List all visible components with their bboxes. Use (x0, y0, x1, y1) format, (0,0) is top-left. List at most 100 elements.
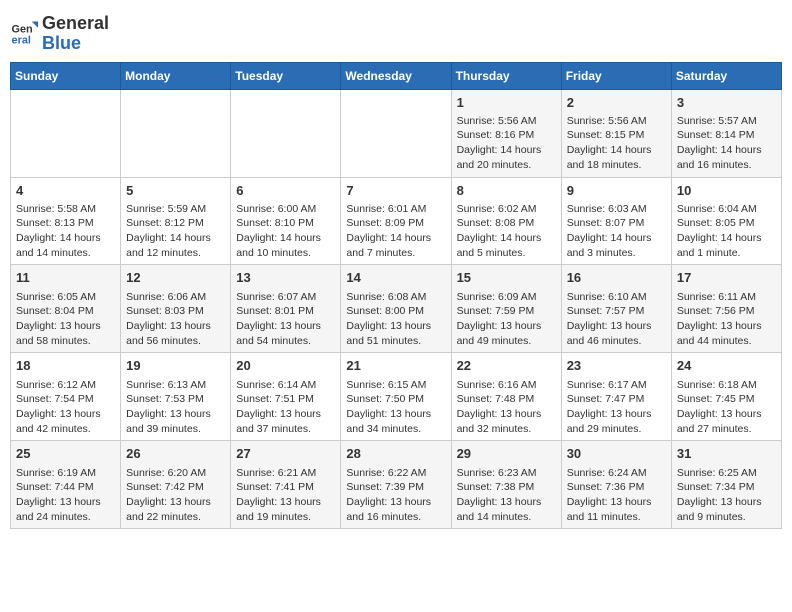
day-number: 23 (567, 357, 666, 375)
calendar-cell: 20Sunrise: 6:14 AMSunset: 7:51 PMDayligh… (231, 353, 341, 441)
calendar-week-row: 25Sunrise: 6:19 AMSunset: 7:44 PMDayligh… (11, 441, 782, 529)
calendar-cell: 10Sunrise: 6:04 AMSunset: 8:05 PMDayligh… (671, 177, 781, 265)
day-info: Sunset: 8:14 PM (677, 128, 776, 143)
day-info: Daylight: 13 hours and 27 minutes. (677, 407, 776, 436)
calendar-cell: 11Sunrise: 6:05 AMSunset: 8:04 PMDayligh… (11, 265, 121, 353)
day-info: Daylight: 14 hours and 3 minutes. (567, 231, 666, 260)
day-info: Sunset: 7:54 PM (16, 392, 115, 407)
day-header-tuesday: Tuesday (231, 62, 341, 89)
calendar-cell: 22Sunrise: 6:16 AMSunset: 7:48 PMDayligh… (451, 353, 561, 441)
day-info: Sunset: 7:50 PM (346, 392, 445, 407)
day-info: Sunset: 7:41 PM (236, 480, 335, 495)
day-info: Sunset: 7:47 PM (567, 392, 666, 407)
day-info: Daylight: 14 hours and 7 minutes. (346, 231, 445, 260)
day-info: Sunset: 7:56 PM (677, 304, 776, 319)
day-info: Daylight: 14 hours and 16 minutes. (677, 143, 776, 172)
day-info: Daylight: 13 hours and 22 minutes. (126, 495, 225, 524)
calendar-cell: 8Sunrise: 6:02 AMSunset: 8:08 PMDaylight… (451, 177, 561, 265)
day-number: 5 (126, 182, 225, 200)
day-info: Sunrise: 6:09 AM (457, 290, 556, 305)
day-info: Sunrise: 6:10 AM (567, 290, 666, 305)
day-number: 12 (126, 269, 225, 287)
day-info: Sunset: 7:38 PM (457, 480, 556, 495)
calendar-header-row: SundayMondayTuesdayWednesdayThursdayFrid… (11, 62, 782, 89)
day-info: Daylight: 13 hours and 34 minutes. (346, 407, 445, 436)
day-info: Sunrise: 6:17 AM (567, 378, 666, 393)
day-number: 11 (16, 269, 115, 287)
day-header-saturday: Saturday (671, 62, 781, 89)
calendar-cell: 12Sunrise: 6:06 AMSunset: 8:03 PMDayligh… (121, 265, 231, 353)
day-number: 9 (567, 182, 666, 200)
day-info: Daylight: 14 hours and 12 minutes. (126, 231, 225, 260)
day-header-wednesday: Wednesday (341, 62, 451, 89)
day-number: 29 (457, 445, 556, 463)
day-info: Sunset: 8:10 PM (236, 216, 335, 231)
calendar-cell: 15Sunrise: 6:09 AMSunset: 7:59 PMDayligh… (451, 265, 561, 353)
day-info: Daylight: 14 hours and 10 minutes. (236, 231, 335, 260)
svg-text:eral: eral (12, 34, 31, 46)
day-info: Sunset: 8:07 PM (567, 216, 666, 231)
day-info: Sunrise: 6:04 AM (677, 202, 776, 217)
day-number: 20 (236, 357, 335, 375)
calendar-cell: 30Sunrise: 6:24 AMSunset: 7:36 PMDayligh… (561, 441, 671, 529)
day-info: Daylight: 13 hours and 46 minutes. (567, 319, 666, 348)
day-header-monday: Monday (121, 62, 231, 89)
day-info: Sunrise: 6:15 AM (346, 378, 445, 393)
day-number: 17 (677, 269, 776, 287)
header: Gen eral General Blue (10, 10, 782, 54)
calendar-cell (11, 89, 121, 177)
day-info: Sunset: 7:42 PM (126, 480, 225, 495)
day-info: Sunrise: 6:19 AM (16, 466, 115, 481)
day-info: Sunset: 7:53 PM (126, 392, 225, 407)
calendar-cell: 6Sunrise: 6:00 AMSunset: 8:10 PMDaylight… (231, 177, 341, 265)
day-number: 18 (16, 357, 115, 375)
day-info: Daylight: 14 hours and 14 minutes. (16, 231, 115, 260)
day-info: Daylight: 13 hours and 29 minutes. (567, 407, 666, 436)
day-header-friday: Friday (561, 62, 671, 89)
calendar-cell: 31Sunrise: 6:25 AMSunset: 7:34 PMDayligh… (671, 441, 781, 529)
day-info: Daylight: 13 hours and 39 minutes. (126, 407, 225, 436)
day-info: Daylight: 13 hours and 24 minutes. (16, 495, 115, 524)
calendar-cell (341, 89, 451, 177)
day-info: Daylight: 13 hours and 49 minutes. (457, 319, 556, 348)
day-info: Sunrise: 6:22 AM (346, 466, 445, 481)
day-info: Sunrise: 6:07 AM (236, 290, 335, 305)
day-info: Daylight: 13 hours and 19 minutes. (236, 495, 335, 524)
day-number: 30 (567, 445, 666, 463)
day-info: Sunrise: 5:57 AM (677, 114, 776, 129)
day-number: 8 (457, 182, 556, 200)
day-info: Sunset: 7:39 PM (346, 480, 445, 495)
calendar-cell (121, 89, 231, 177)
day-info: Sunrise: 6:05 AM (16, 290, 115, 305)
day-info: Sunset: 7:59 PM (457, 304, 556, 319)
day-info: Sunset: 7:34 PM (677, 480, 776, 495)
day-info: Sunset: 7:45 PM (677, 392, 776, 407)
day-info: Sunset: 8:16 PM (457, 128, 556, 143)
calendar-cell: 7Sunrise: 6:01 AMSunset: 8:09 PMDaylight… (341, 177, 451, 265)
day-info: Daylight: 13 hours and 51 minutes. (346, 319, 445, 348)
day-number: 2 (567, 94, 666, 112)
calendar-cell: 17Sunrise: 6:11 AMSunset: 7:56 PMDayligh… (671, 265, 781, 353)
day-info: Sunrise: 5:59 AM (126, 202, 225, 217)
calendar-week-row: 1Sunrise: 5:56 AMSunset: 8:16 PMDaylight… (11, 89, 782, 177)
day-info: Sunset: 7:44 PM (16, 480, 115, 495)
calendar-cell: 14Sunrise: 6:08 AMSunset: 8:00 PMDayligh… (341, 265, 451, 353)
day-number: 7 (346, 182, 445, 200)
calendar-week-row: 18Sunrise: 6:12 AMSunset: 7:54 PMDayligh… (11, 353, 782, 441)
logo: Gen eral General Blue (10, 10, 109, 54)
day-info: Sunset: 8:09 PM (346, 216, 445, 231)
day-number: 16 (567, 269, 666, 287)
day-info: Sunrise: 6:23 AM (457, 466, 556, 481)
day-info: Sunset: 7:48 PM (457, 392, 556, 407)
day-info: Daylight: 13 hours and 11 minutes. (567, 495, 666, 524)
calendar-cell (231, 89, 341, 177)
calendar-cell: 27Sunrise: 6:21 AMSunset: 7:41 PMDayligh… (231, 441, 341, 529)
calendar-cell: 16Sunrise: 6:10 AMSunset: 7:57 PMDayligh… (561, 265, 671, 353)
day-info: Sunrise: 6:20 AM (126, 466, 225, 481)
day-number: 19 (126, 357, 225, 375)
day-info: Sunset: 8:04 PM (16, 304, 115, 319)
day-info: Sunrise: 6:14 AM (236, 378, 335, 393)
day-info: Daylight: 13 hours and 9 minutes. (677, 495, 776, 524)
calendar-cell: 23 Sunrise: 6:17 AMSunset: 7:47 PMDayligh… (561, 353, 671, 441)
day-info: Sunset: 8:12 PM (126, 216, 225, 231)
